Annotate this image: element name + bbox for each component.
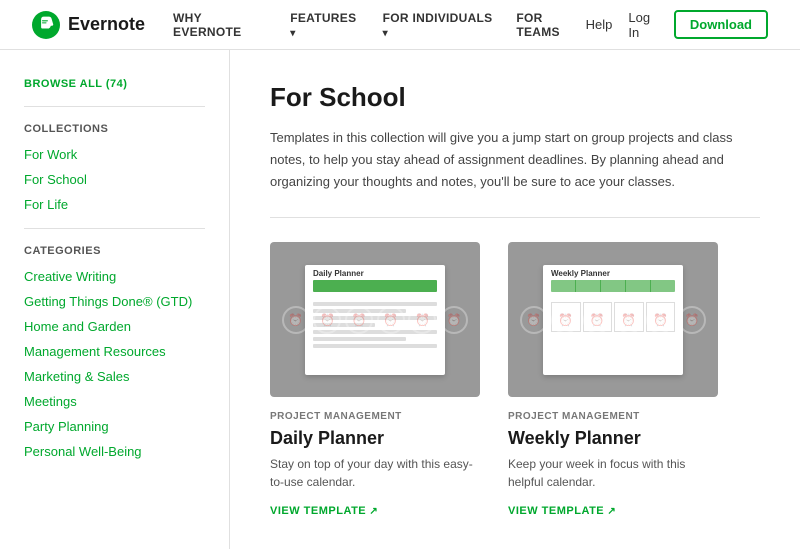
clock-icon-w1: ⏰ <box>520 306 548 334</box>
card-image-weekly-planner[interactable]: ⏰ ⏰ ⏰ ⏰ ⏰ ⏰ Weekly Planner <box>508 242 718 397</box>
card-category-weekly: Project Management <box>508 411 718 422</box>
clock-icon-w3: ⏰ <box>583 306 611 334</box>
section-divider <box>270 217 760 218</box>
card-link-weekly[interactable]: View Template <box>508 505 616 517</box>
nav-for-teams[interactable]: For Teams <box>516 11 585 39</box>
nav-links: Why Evernote Features For Individuals Fo… <box>173 11 586 39</box>
browse-all[interactable]: Browse All (74) <box>24 78 205 90</box>
card-bg-decoration-2: ⏰ ⏰ ⏰ ⏰ ⏰ ⏰ <box>508 242 718 397</box>
clock-icon-3: ⏰ <box>345 306 373 334</box>
template-card-daily-planner: ⏰ ⏰ ⏰ ⏰ ⏰ ⏰ Daily Planner <box>270 242 480 517</box>
nav-help[interactable]: Help <box>586 17 613 32</box>
cards-grid: ⏰ ⏰ ⏰ ⏰ ⏰ ⏰ Daily Planner <box>270 242 760 517</box>
sidebar-item-for-work[interactable]: For Work <box>24 147 205 162</box>
sidebar-divider-2 <box>24 228 205 229</box>
evernote-logo-icon <box>32 11 60 39</box>
card-title-daily: Daily Planner <box>270 428 480 449</box>
sidebar-item-for-life[interactable]: For Life <box>24 197 205 212</box>
card-link-daily[interactable]: View Template <box>270 505 378 517</box>
main-content: For School Templates in this collection … <box>230 50 800 549</box>
clock-icon-w4: ⏰ <box>615 306 643 334</box>
sidebar-item-for-school[interactable]: For School <box>24 172 205 187</box>
sidebar-item-creative-writing[interactable]: Creative Writing <box>24 269 205 284</box>
sidebar-item-management[interactable]: Management Resources <box>24 344 205 359</box>
logo[interactable]: Evernote <box>32 11 145 39</box>
nav-features[interactable]: Features <box>290 11 360 39</box>
nav-why-evernote[interactable]: Why Evernote <box>173 11 268 39</box>
page-title: For School <box>270 82 760 113</box>
nav-download-button[interactable]: Download <box>674 10 768 39</box>
sidebar-item-gtd[interactable]: Getting Things Done® (GTD) <box>24 294 205 309</box>
sidebar-item-meetings[interactable]: Meetings <box>24 394 205 409</box>
clock-icon-w6: ⏰ <box>678 306 706 334</box>
clock-icon-6: ⏰ <box>440 306 468 334</box>
sidebar-item-marketing[interactable]: Marketing & Sales <box>24 369 205 384</box>
page-header: For School Templates in this collection … <box>270 82 760 193</box>
card-title-weekly: Weekly Planner <box>508 428 718 449</box>
card-desc-weekly: Keep your week in focus with this helpfu… <box>508 455 718 491</box>
template-card-weekly-planner: ⏰ ⏰ ⏰ ⏰ ⏰ ⏰ Weekly Planner <box>508 242 718 517</box>
nav-left: Evernote Why Evernote Features For Indiv… <box>32 11 586 39</box>
card-bg-decoration: ⏰ ⏰ ⏰ ⏰ ⏰ ⏰ <box>270 242 480 397</box>
card-image-daily-planner[interactable]: ⏰ ⏰ ⏰ ⏰ ⏰ ⏰ Daily Planner <box>270 242 480 397</box>
clock-icon-5: ⏰ <box>408 306 436 334</box>
brand-name: Evernote <box>68 14 145 35</box>
card-category-daily: Project Management <box>270 411 480 422</box>
sidebar: Browse All (74) Collections For Work For… <box>0 50 230 549</box>
page-description: Templates in this collection will give y… <box>270 127 750 193</box>
sidebar-divider-1 <box>24 106 205 107</box>
nav-right: Help Log In Download <box>586 10 768 40</box>
card-desc-daily: Stay on top of your day with this easy-t… <box>270 455 480 491</box>
sidebar-item-personal-wellbeing[interactable]: Personal Well-Being <box>24 444 205 459</box>
nav-login[interactable]: Log In <box>628 10 657 40</box>
collections-title: Collections <box>24 123 205 135</box>
page-layout: Browse All (74) Collections For Work For… <box>0 50 800 549</box>
navbar: Evernote Why Evernote Features For Indiv… <box>0 0 800 50</box>
clock-icon-4: ⏰ <box>377 306 405 334</box>
clock-icon-2: ⏰ <box>313 306 341 334</box>
nav-for-individuals[interactable]: For Individuals <box>383 11 495 39</box>
categories-title: Categories <box>24 245 205 257</box>
clock-icon-1: ⏰ <box>282 306 310 334</box>
sidebar-item-party-planning[interactable]: Party Planning <box>24 419 205 434</box>
clock-icon-w5: ⏰ <box>646 306 674 334</box>
sidebar-item-home-garden[interactable]: Home and Garden <box>24 319 205 334</box>
clock-icon-w2: ⏰ <box>551 306 579 334</box>
